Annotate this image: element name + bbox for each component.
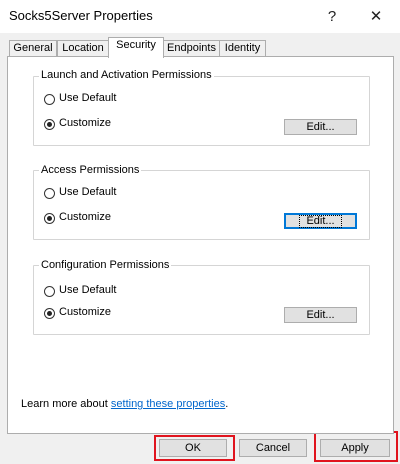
close-icon: ✕ xyxy=(369,8,383,25)
help-icon: ? xyxy=(327,7,337,25)
security-panel: Launch and Activation Permissions Use De… xyxy=(7,56,394,434)
button-label: OK xyxy=(185,442,201,454)
tab-label: Endpoints xyxy=(167,42,216,54)
apply-button[interactable]: Apply xyxy=(320,439,390,457)
customize-radio[interactable] xyxy=(44,213,55,224)
tab-label: Location xyxy=(62,42,104,54)
launch-activation-group xyxy=(33,76,370,146)
use-default-label: Use Default xyxy=(59,92,117,104)
group-title: Launch and Activation Permissions xyxy=(39,69,214,81)
customize-label: Customize xyxy=(59,117,111,129)
customize-label: Customize xyxy=(59,211,111,223)
group-title: Access Permissions xyxy=(39,164,142,176)
customize-radio[interactable] xyxy=(44,119,55,130)
access-edit-button[interactable]: Edit... xyxy=(284,213,357,229)
use-default-label: Use Default xyxy=(59,284,117,296)
customize-label: Customize xyxy=(59,306,111,318)
tab-security[interactable]: Security xyxy=(108,37,164,58)
tab-identity[interactable]: Identity xyxy=(219,40,266,57)
close-button[interactable]: ✕ xyxy=(362,4,390,28)
learn-more-suffix: . xyxy=(225,398,229,410)
configuration-edit-button[interactable]: Edit... xyxy=(284,307,357,323)
tab-label: Security xyxy=(116,39,156,51)
button-label: Edit... xyxy=(306,121,335,133)
use-default-radio[interactable] xyxy=(44,94,55,105)
tab-location[interactable]: Location xyxy=(57,40,109,57)
ok-button[interactable]: OK xyxy=(159,439,227,457)
help-button[interactable]: ? xyxy=(318,4,346,28)
access-permissions-group xyxy=(33,170,370,240)
launch-edit-button[interactable]: Edit... xyxy=(284,119,357,135)
button-label: Apply xyxy=(341,442,369,454)
learn-more-prefix: Learn more about xyxy=(21,398,111,410)
learn-more-text: Learn more about setting these propertie… xyxy=(21,398,228,410)
configuration-permissions-group xyxy=(33,265,370,335)
tab-endpoints[interactable]: Endpoints xyxy=(163,40,220,57)
tab-label: Identity xyxy=(224,42,261,54)
button-label: Cancel xyxy=(255,442,291,454)
customize-radio[interactable] xyxy=(44,308,55,319)
tab-label: General xyxy=(13,42,53,54)
tab-general[interactable]: General xyxy=(9,40,57,57)
window-title: Socks5Server Properties xyxy=(9,8,153,23)
learn-more-link[interactable]: setting these properties xyxy=(111,398,225,410)
cancel-button[interactable]: Cancel xyxy=(239,439,307,457)
use-default-label: Use Default xyxy=(59,186,117,198)
use-default-radio[interactable] xyxy=(44,188,55,199)
button-label: Edit... xyxy=(306,309,335,321)
use-default-radio[interactable] xyxy=(44,286,55,297)
button-label: Edit... xyxy=(299,214,342,228)
group-title: Configuration Permissions xyxy=(39,259,172,271)
